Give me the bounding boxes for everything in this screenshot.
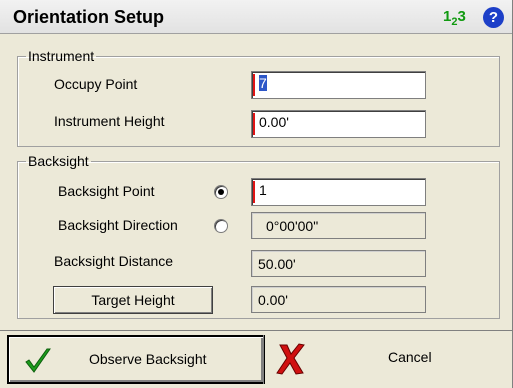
target-height-value: 0.00'	[258, 292, 288, 308]
backsight-distance-value: 50.00'	[258, 256, 296, 272]
instrument-height-label: Instrument Height	[54, 113, 165, 129]
keypad-123-icon[interactable]: 123	[443, 6, 477, 28]
cancel-label: Cancel	[388, 349, 432, 365]
instrument-legend: Instrument	[28, 48, 95, 64]
instrument-height-input[interactable]: 0.00'	[251, 110, 426, 138]
title-bar: Orientation Setup 123 ?	[0, 0, 512, 34]
keypad-digit-3: 3	[457, 8, 466, 25]
red-x-icon	[276, 343, 305, 375]
cancel-button[interactable]: Cancel	[263, 335, 512, 384]
backsight-direction-label: Backsight Direction	[58, 217, 178, 233]
orientation-setup-dialog: Orientation Setup 123 ? Instrument Occup…	[0, 0, 513, 388]
backsight-legend: Backsight	[28, 153, 89, 169]
target-height-field: 0.00'	[251, 286, 426, 313]
backsight-point-value: 1	[259, 182, 267, 198]
radio-selected-dot	[218, 189, 224, 195]
backsight-direction-value: 0°00'00"	[266, 218, 319, 234]
backsight-direction-radio[interactable]	[214, 219, 228, 233]
backsight-direction-field: 0°00'00"	[251, 212, 426, 239]
occupy-point-label: Occupy Point	[54, 76, 138, 92]
backsight-point-label: Backsight Point	[58, 183, 155, 199]
help-question-icon[interactable]: ?	[483, 7, 504, 28]
occupy-point-input[interactable]: 7	[251, 71, 426, 99]
backsight-distance-label: Backsight Distance	[54, 253, 174, 269]
observe-backsight-button[interactable]: Observe Backsight	[7, 335, 265, 384]
backsight-distance-field: 50.00'	[251, 250, 426, 277]
dialog-title: Orientation Setup	[13, 7, 165, 27]
target-height-button[interactable]: Target Height	[53, 286, 213, 314]
observe-backsight-label: Observe Backsight	[89, 351, 207, 367]
backsight-point-radio[interactable]	[214, 185, 228, 199]
backsight-point-input[interactable]: 1	[251, 178, 426, 206]
green-check-icon	[25, 348, 51, 373]
instrument-height-value: 0.00'	[259, 114, 289, 130]
occupy-point-value: 7	[259, 75, 267, 91]
